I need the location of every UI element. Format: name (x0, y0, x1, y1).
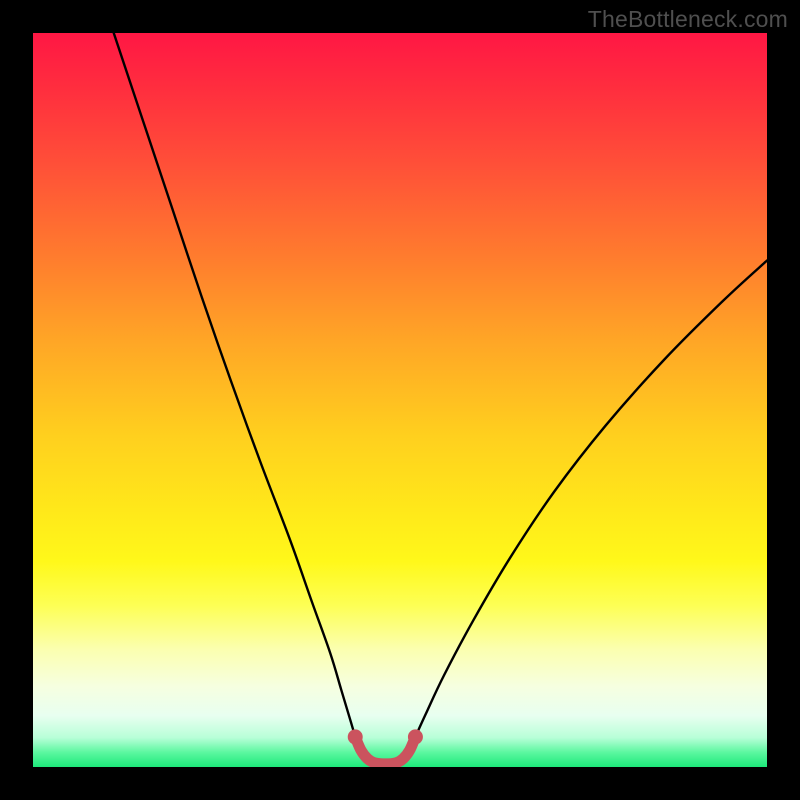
near-optimal-overlay (355, 737, 415, 764)
plot-area (33, 33, 767, 767)
overlay-endpoint-left-icon (348, 729, 363, 744)
watermark-text: TheBottleneck.com (588, 6, 788, 33)
bottleneck-curve (114, 33, 767, 764)
chart-frame: TheBottleneck.com (0, 0, 800, 800)
chart-svg (33, 33, 767, 767)
overlay-endpoint-right-icon (408, 729, 423, 744)
